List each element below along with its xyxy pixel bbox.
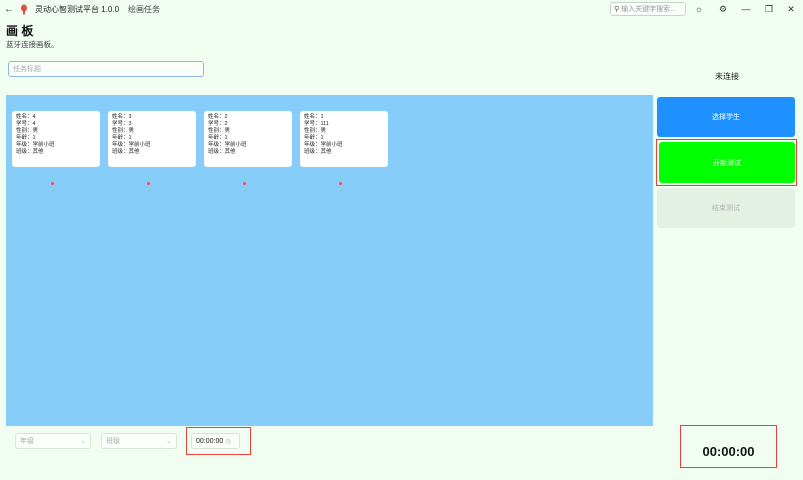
restore-button[interactable]: ❐ <box>761 2 777 16</box>
arrow-left-icon: ← <box>4 4 14 15</box>
student-gender: 性别：男 <box>304 128 327 134</box>
settings-button[interactable]: ⚙ <box>715 2 731 16</box>
status-dot <box>147 182 150 185</box>
sun-icon: ☼ <box>694 4 704 14</box>
close-icon: ✕ <box>787 3 795 14</box>
student-grade: 年级：学前小班 <box>208 142 247 148</box>
status-dot <box>243 182 246 185</box>
student-gender: 性别：男 <box>112 128 135 134</box>
student-id: 学号：3 <box>112 121 132 127</box>
gear-icon: ⚙ <box>718 3 728 14</box>
theme-toggle-button[interactable]: ☼ <box>691 2 707 16</box>
page-subtitle: 蓝牙连接画板。 <box>6 40 59 49</box>
time-picker-value: 00:00:00 <box>196 437 224 445</box>
student-grade: 年级：学前小班 <box>16 142 55 148</box>
student-age: 年龄：1 <box>16 135 36 141</box>
class-select[interactable]: 班级 ⌄ <box>101 433 177 449</box>
status-dot <box>339 182 342 185</box>
student-name: 姓名：1 <box>304 114 324 120</box>
student-card[interactable]: 姓名：1 学号：111 性别：男 年龄：1 年级：学前小班 班级：其他 <box>300 111 388 167</box>
search-placeholder: 输入关键字搜索... <box>621 6 676 13</box>
search-input[interactable]: ⚲ 输入关键字搜索... <box>610 2 686 16</box>
close-button[interactable]: ✕ <box>783 2 799 16</box>
student-id: 学号：4 <box>16 121 36 127</box>
student-class: 班级：其他 <box>304 149 332 155</box>
elapsed-timer-highlight: 00:00:00 <box>680 425 777 468</box>
connection-status: 未连接 <box>715 72 739 81</box>
chevron-down-icon: ⌄ <box>166 438 172 445</box>
start-test-button[interactable]: 开始测试 <box>659 142 795 183</box>
app-title: 灵动心智测试平台 1.0.0 <box>35 5 120 14</box>
student-gender: 性别：男 <box>208 128 231 134</box>
student-name: 姓名：3 <box>112 114 132 120</box>
student-id: 学号：111 <box>304 121 329 127</box>
student-class: 班级：其他 <box>112 149 140 155</box>
task-title-input[interactable] <box>8 61 204 77</box>
student-name: 姓名：4 <box>16 114 36 120</box>
clock-icon: ◷ <box>225 438 231 445</box>
select-student-button[interactable]: 选择学生 <box>657 97 795 137</box>
student-gender: 性别：男 <box>16 128 39 134</box>
drawing-canvas[interactable]: 姓名：4 学号：4 性别：男 年龄：1 年级：学前小班 班级：其他 姓名：3 学… <box>6 95 653 426</box>
status-dot <box>51 182 54 185</box>
page-title: 画 板 <box>6 24 34 38</box>
student-card[interactable]: 姓名：3 学号：3 性别：男 年龄：1 年级：学前小班 班级：其他 <box>108 111 196 167</box>
restore-icon: ❐ <box>764 3 774 14</box>
student-age: 年龄：1 <box>112 135 132 141</box>
minimize-button[interactable]: — <box>738 2 754 16</box>
student-id: 学号：2 <box>208 121 228 127</box>
grade-select[interactable]: 年级 ⌄ <box>15 433 91 449</box>
student-grade: 年级：学前小班 <box>112 142 151 148</box>
start-test-highlight: 开始测试 <box>656 139 797 186</box>
grade-select-placeholder: 年级 <box>20 438 34 445</box>
student-class: 班级：其他 <box>16 149 44 155</box>
minimize-icon: — <box>741 4 751 14</box>
class-select-placeholder: 班级 <box>106 438 120 445</box>
time-picker[interactable]: 00:00:00 ◷ <box>191 433 240 449</box>
app-logo-icon <box>19 4 29 16</box>
search-icon: ⚲ <box>614 6 620 13</box>
student-grade: 年级：学前小班 <box>304 142 343 148</box>
student-age: 年龄：1 <box>304 135 324 141</box>
elapsed-timer: 00:00:00 <box>702 443 755 459</box>
page-tab-drawing-task[interactable]: 绘画任务 <box>128 4 160 15</box>
time-picker-highlight: 00:00:00 ◷ <box>186 427 251 455</box>
student-age: 年龄：1 <box>208 135 228 141</box>
student-card[interactable]: 姓名：2 学号：2 性别：男 年龄：1 年级：学前小班 班级：其他 <box>204 111 292 167</box>
end-test-button[interactable]: 结束测试 <box>657 188 795 228</box>
student-name: 姓名：2 <box>208 114 228 120</box>
student-card[interactable]: 姓名：4 学号：4 性别：男 年龄：1 年级：学前小班 班级：其他 <box>12 111 100 167</box>
student-class: 班级：其他 <box>208 149 236 155</box>
chevron-down-icon: ⌄ <box>80 438 86 445</box>
back-button[interactable]: ← <box>1 0 17 19</box>
